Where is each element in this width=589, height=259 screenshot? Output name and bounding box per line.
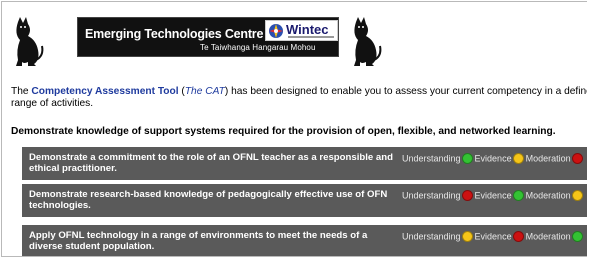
the-cat-link[interactable]: The CAT xyxy=(185,86,225,97)
status-indicators: Understanding Evidence Moderation xyxy=(402,152,585,165)
moderation-status-icon[interactable] xyxy=(571,231,583,243)
logo-tagline-line xyxy=(288,36,334,38)
intro-prefix: The xyxy=(11,86,32,97)
status-indicators: Understanding Evidence Moderation xyxy=(402,230,585,243)
understanding-label: Understanding xyxy=(402,231,461,242)
evidence-status-icon[interactable] xyxy=(512,231,524,243)
etc-banner: Emerging Technologies Centre Te Taiwhang… xyxy=(77,17,339,57)
competency-row[interactable]: Demonstrate research-based knowledge of … xyxy=(22,184,587,217)
banner-title: Emerging Technologies Centre xyxy=(85,27,264,41)
competency-row[interactable]: Apply OFNL technology in a range of envi… xyxy=(22,225,587,256)
competency-tool-link[interactable]: Competency Assessment Tool xyxy=(31,86,178,97)
competency-row[interactable]: Demonstrate a commitment to the role of … xyxy=(22,147,587,180)
cat-logo-icon xyxy=(354,17,382,66)
moderation-label: Moderation xyxy=(525,190,571,201)
wintec-emblem-icon xyxy=(269,24,283,38)
wintec-logo: Wintec xyxy=(265,20,338,41)
banner-subtitle: Te Taiwhanga Hangarau Mohou xyxy=(200,43,316,52)
moderation-label: Moderation xyxy=(525,153,571,164)
intro-paragraph: The Competency Assessment Tool (The CAT)… xyxy=(11,86,587,110)
moderation-status-icon[interactable] xyxy=(571,190,583,202)
competency-text: Apply OFNL technology in a range of envi… xyxy=(29,230,368,252)
wintec-logo-text: Wintec xyxy=(286,22,329,37)
page-frame: Emerging Technologies Centre Te Taiwhang… xyxy=(1,1,587,257)
understanding-label: Understanding xyxy=(402,153,461,164)
understanding-status-icon[interactable] xyxy=(461,231,473,243)
competency-text: Demonstrate a commitment to the role of … xyxy=(29,152,393,174)
moderation-status-icon[interactable] xyxy=(571,153,583,165)
evidence-label: Evidence xyxy=(474,153,512,164)
status-indicators: Understanding Evidence Moderation xyxy=(402,189,585,202)
section-heading: Demonstrate knowledge of support systems… xyxy=(11,126,556,137)
evidence-status-icon[interactable] xyxy=(512,190,524,202)
evidence-label: Evidence xyxy=(474,231,512,242)
cat-logo-icon xyxy=(16,17,44,66)
moderation-label: Moderation xyxy=(525,231,571,242)
evidence-status-icon[interactable] xyxy=(512,153,524,165)
understanding-label: Understanding xyxy=(402,190,461,201)
understanding-status-icon[interactable] xyxy=(461,153,473,165)
competency-text: Demonstrate research-based knowledge of … xyxy=(29,189,388,211)
evidence-label: Evidence xyxy=(474,190,512,201)
understanding-status-icon[interactable] xyxy=(461,190,473,202)
